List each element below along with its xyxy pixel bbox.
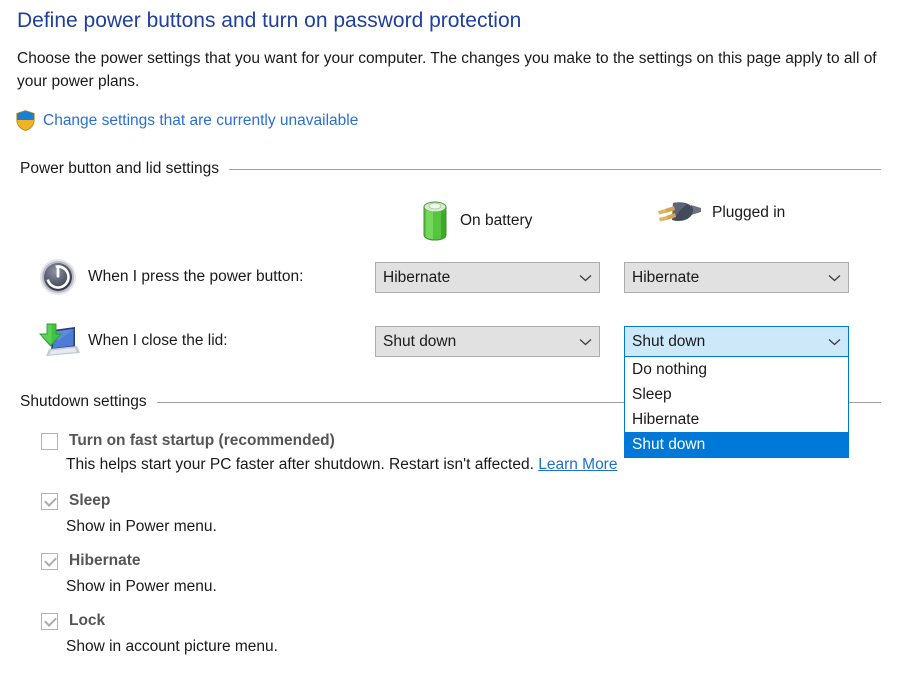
- checkbox-label-hibernate: Hibernate: [69, 552, 141, 569]
- chevron-down-icon: [820, 274, 848, 282]
- column-header-on-battery: On battery: [420, 199, 532, 243]
- checkbox-row-sleep[interactable]: Sleep: [41, 492, 110, 510]
- setting-label-power-button: When I press the power button:: [88, 268, 304, 285]
- checkbox-label-sleep: Sleep: [69, 492, 111, 509]
- battery-icon: [423, 201, 447, 241]
- combobox-power-button-on-battery[interactable]: Hibernate: [375, 262, 600, 293]
- checkbox-label-fast-startup: Turn on fast startup (recommended): [69, 432, 335, 449]
- checkbox-lock[interactable]: [41, 612, 58, 630]
- column-label-on-battery: On battery: [460, 212, 533, 229]
- checkbox-hibernate[interactable]: [41, 552, 58, 570]
- checkbox-label-lock: Lock: [69, 612, 106, 629]
- checkbox-sleep[interactable]: [41, 492, 58, 510]
- fast-startup-description-text: This helps start your PC faster after sh…: [66, 456, 534, 473]
- setting-row-close-lid: When I close the lid:: [36, 321, 228, 361]
- power-settings-group-header: Power button and lid settings: [20, 160, 881, 178]
- power-settings-group-label: Power button and lid settings: [20, 160, 220, 177]
- chevron-down-icon: [820, 338, 848, 346]
- uac-change-settings-link[interactable]: Change settings that are currently unava…: [43, 111, 358, 131]
- checkbox-row-hibernate[interactable]: Hibernate: [41, 552, 141, 570]
- combobox-value-close-lid-plugged-in: Shut down: [632, 332, 706, 350]
- column-header-plugged-in: Plugged in: [657, 199, 785, 227]
- combobox-close-lid-plugged-in[interactable]: Shut down: [624, 326, 849, 357]
- uac-change-settings-row[interactable]: Change settings that are currently unava…: [16, 110, 358, 131]
- checkbox-fast-startup[interactable]: [41, 432, 58, 450]
- dropdown-option-do-nothing[interactable]: Do nothing: [625, 357, 848, 382]
- dropdown-option-hibernate[interactable]: Hibernate: [625, 407, 848, 432]
- laptop-lid-icon: [36, 322, 80, 360]
- checkbox-row-fast-startup[interactable]: Turn on fast startup (recommended): [41, 432, 335, 450]
- group-divider-line: [229, 168, 881, 170]
- chevron-down-icon: [571, 338, 599, 346]
- checkbox-description-fast-startup: This helps start your PC faster after sh…: [66, 456, 617, 474]
- combobox-close-lid-on-battery[interactable]: Shut down: [375, 326, 600, 357]
- dropdown-list-close-lid-plugged-in[interactable]: Do nothing Sleep Hibernate Shut down: [624, 357, 849, 458]
- combobox-value-power-button-on-battery: Hibernate: [383, 268, 451, 286]
- shield-icon: [16, 110, 35, 131]
- chevron-down-icon: [571, 274, 599, 282]
- checkbox-description-lock: Show in account picture menu.: [66, 638, 278, 655]
- power-button-icon: [36, 258, 80, 296]
- shutdown-settings-group-label: Shutdown settings: [20, 393, 147, 410]
- checkbox-row-lock[interactable]: Lock: [41, 612, 105, 630]
- setting-label-close-lid: When I close the lid:: [88, 332, 228, 349]
- page-title: Define power buttons and turn on passwor…: [17, 9, 522, 32]
- dropdown-option-sleep[interactable]: Sleep: [625, 382, 848, 407]
- checkbox-description-hibernate: Show in Power menu.: [66, 578, 217, 595]
- setting-row-power-button: When I press the power button:: [36, 257, 303, 297]
- column-label-plugged-in: Plugged in: [712, 204, 786, 221]
- plug-icon: [658, 202, 701, 222]
- page-description: Choose the power settings that you want …: [17, 50, 877, 90]
- combobox-power-button-plugged-in[interactable]: Hibernate: [624, 262, 849, 293]
- checkbox-description-sleep: Show in Power menu.: [66, 518, 217, 535]
- combobox-value-power-button-plugged-in: Hibernate: [632, 268, 700, 286]
- combobox-value-close-lid-on-battery: Shut down: [383, 332, 457, 350]
- dropdown-option-shut-down[interactable]: Shut down: [625, 432, 848, 457]
- learn-more-link[interactable]: Learn More: [538, 456, 617, 473]
